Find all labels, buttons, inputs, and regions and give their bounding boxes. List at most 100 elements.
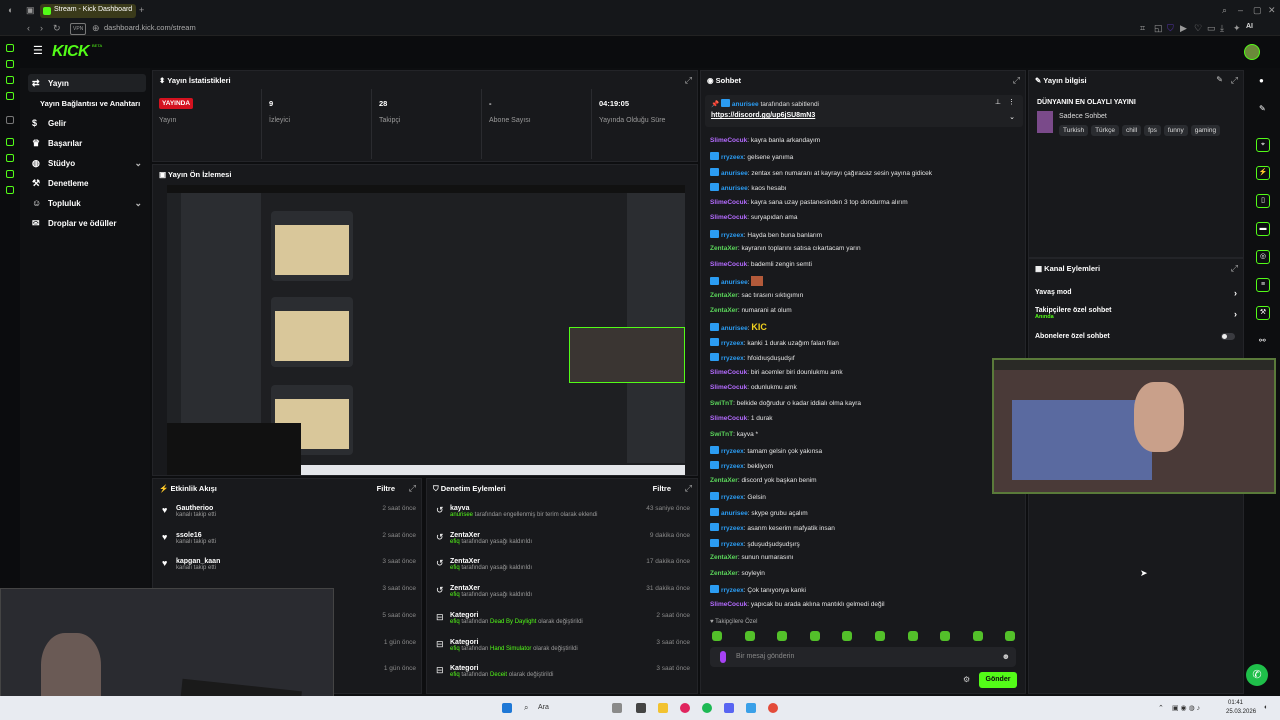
info-icon[interactable]: ● (1259, 76, 1264, 85)
rail-messenger-icon[interactable] (6, 44, 14, 52)
taskbar-search[interactable]: Ara (538, 704, 549, 711)
sidebar-item-topluluk[interactable]: ☺ Topluluk ⌄ (28, 194, 146, 212)
broadcast-icon[interactable]: ◎ (1256, 250, 1270, 264)
slow-mode-row[interactable]: Yavaş mod › (1035, 288, 1237, 301)
chat-username[interactable]: rryzeex (721, 232, 744, 239)
sidebar-item-studyo[interactable]: ◍ Stüdyo ⌄ (28, 154, 146, 172)
wallet-icon[interactable]: ▭ (1207, 23, 1216, 33)
emote-icon[interactable] (809, 631, 820, 641)
chat-username[interactable]: SlimeCocuk (710, 384, 747, 391)
more-icon[interactable]: ⋮ (1008, 98, 1015, 106)
minimize-icon[interactable]: – (1238, 5, 1243, 15)
ai-button[interactable]: AI (1246, 23, 1253, 30)
sidebar-item-stream-key[interactable]: Yayın Bağlantısı ve Anahtarı (28, 94, 146, 112)
steam-icon[interactable] (746, 703, 756, 713)
emote-icon[interactable] (940, 631, 951, 641)
chat-username[interactable]: SlimeCocuk (710, 261, 747, 268)
tag[interactable]: Turkish (1059, 125, 1089, 136)
list-icon[interactable]: ≡ (1256, 278, 1270, 292)
screenshot-icon[interactable]: ⌗ (1140, 23, 1145, 33)
chevron-down-icon[interactable]: ⌄ (1009, 113, 1015, 121)
pencil-icon[interactable]: ✎ (1216, 75, 1223, 84)
share-icon[interactable]: ⚯ (1259, 336, 1266, 345)
chat-username[interactable]: SlimeCocuk (710, 199, 747, 206)
emoji-icon[interactable]: ☻ (1002, 652, 1010, 661)
quick-action-icon[interactable]: ⌖ (1256, 138, 1270, 152)
search-icon[interactable]: ⌕ (524, 703, 528, 713)
site-info-icon[interactable]: ⊕ (92, 23, 100, 33)
browser-tab[interactable]: Stream - Kick Dashboard (40, 4, 136, 18)
emote-icon[interactable] (842, 631, 853, 641)
chat-username[interactable]: ZentaXer (710, 292, 738, 299)
shield-icon[interactable]: ⛉ (1167, 23, 1174, 33)
search-icon[interactable]: ⌕ (1222, 5, 1227, 15)
chat-username[interactable]: rryzeex (721, 448, 744, 455)
followers-only-row[interactable]: Takipçilere özel sohbet Anında › (1035, 307, 1237, 325)
back-icon[interactable]: ‹ (27, 23, 30, 33)
expand-icon[interactable]: ⤢ (1231, 75, 1238, 86)
download-icon[interactable]: ⤓ (1220, 23, 1224, 33)
kick-logo[interactable]: KICK (52, 43, 90, 61)
chat-username[interactable]: rryzeex (721, 355, 744, 362)
chat-username[interactable]: ZentaXer (710, 570, 738, 577)
vpn-badge[interactable]: VPN (70, 23, 87, 35)
reload-icon[interactable]: ↻ (53, 23, 61, 33)
tag[interactable]: funny (1163, 125, 1188, 136)
tag[interactable]: fps (1144, 125, 1161, 136)
chat-username[interactable]: SlimeCocuk (710, 415, 747, 422)
browser-menu-icon[interactable]: ◐ (8, 5, 13, 15)
chat-username[interactable]: ZentaXer (710, 477, 738, 484)
task-view-icon[interactable] (612, 703, 622, 713)
expand-icon[interactable]: ⤢ (1013, 75, 1020, 86)
chat-input[interactable]: Bir mesaj gönderin ☻ (710, 647, 1016, 667)
chat-username[interactable]: rryzeex (721, 463, 744, 470)
rail-whatsapp-icon[interactable] (6, 60, 14, 68)
close-icon[interactable]: ✕ (1268, 5, 1276, 15)
mic-icon[interactable] (720, 651, 726, 663)
whatsapp-icon[interactable]: ✆ (1246, 664, 1268, 686)
taskbar-time[interactable]: 01:41 (1228, 700, 1243, 706)
expand-icon[interactable]: ⤢ (685, 75, 692, 86)
folder-icon[interactable] (658, 703, 668, 713)
lightning-icon[interactable]: ⚡ (1256, 166, 1270, 180)
chat-username[interactable]: ZentaXer (710, 307, 738, 314)
chat-bubble-icon[interactable]: ▬ (1256, 222, 1270, 236)
expand-icon[interactable]: ⤢ (685, 483, 692, 494)
send-button[interactable]: Gönder (979, 672, 1017, 688)
pen-icon[interactable]: ✎ (1259, 104, 1266, 113)
spotify-icon[interactable] (702, 703, 712, 713)
emote-icon[interactable] (875, 631, 885, 641)
emote-icon[interactable] (777, 631, 788, 641)
pinned-link[interactable]: https://discord.gg/up6jSU8mN3 (711, 112, 815, 119)
chat-username[interactable]: rryzeex (721, 587, 744, 594)
forward-icon[interactable]: › (40, 23, 43, 33)
rail-twitch-icon[interactable] (6, 116, 14, 124)
chat-username[interactable]: anurisee (721, 325, 748, 332)
taskbar-date[interactable]: 25.03.2026 (1226, 709, 1256, 715)
chat-username[interactable]: rryzeex (721, 541, 744, 548)
trash-icon[interactable]: ▯ (1256, 194, 1270, 208)
sidebar-item-yayin[interactable]: ⇄ Yayın (28, 74, 146, 92)
tab-list-icon[interactable]: ▣ (26, 5, 35, 15)
chat-username[interactable]: rryzeex (721, 154, 744, 161)
chat-username[interactable]: rryzeex (721, 494, 744, 501)
chat-username[interactable]: SwiTnT (710, 431, 733, 438)
chat-username[interactable]: SlimeCocuk (710, 369, 747, 376)
emote-icon[interactable] (1005, 631, 1016, 641)
subscribers-only-toggle[interactable] (1221, 333, 1235, 340)
extensions-icon[interactable]: ✦ (1233, 23, 1241, 33)
chat-username[interactable]: SlimeCocuk (710, 137, 747, 144)
terminal-icon[interactable] (636, 703, 646, 713)
chat-username[interactable]: SlimeCocuk (710, 601, 747, 608)
sidebar-item-denetleme[interactable]: ⚒ Denetleme (28, 174, 146, 192)
rail-instagram-icon[interactable] (6, 76, 14, 84)
bookmark-icon[interactable]: ◱ (1154, 23, 1163, 33)
sidebar-item-gelir[interactable]: $ Gelir (28, 114, 146, 132)
notification-icon[interactable]: ◐ (1264, 704, 1268, 711)
url-field[interactable]: dashboard.kick.com/stream (104, 23, 196, 32)
tag[interactable]: gaming (1190, 125, 1221, 136)
heart-icon[interactable]: ♡ (1194, 23, 1202, 33)
chat-username[interactable]: anurisee (721, 279, 748, 286)
emote-icon[interactable] (907, 631, 918, 641)
chat-username[interactable]: ZentaXer (710, 245, 738, 252)
